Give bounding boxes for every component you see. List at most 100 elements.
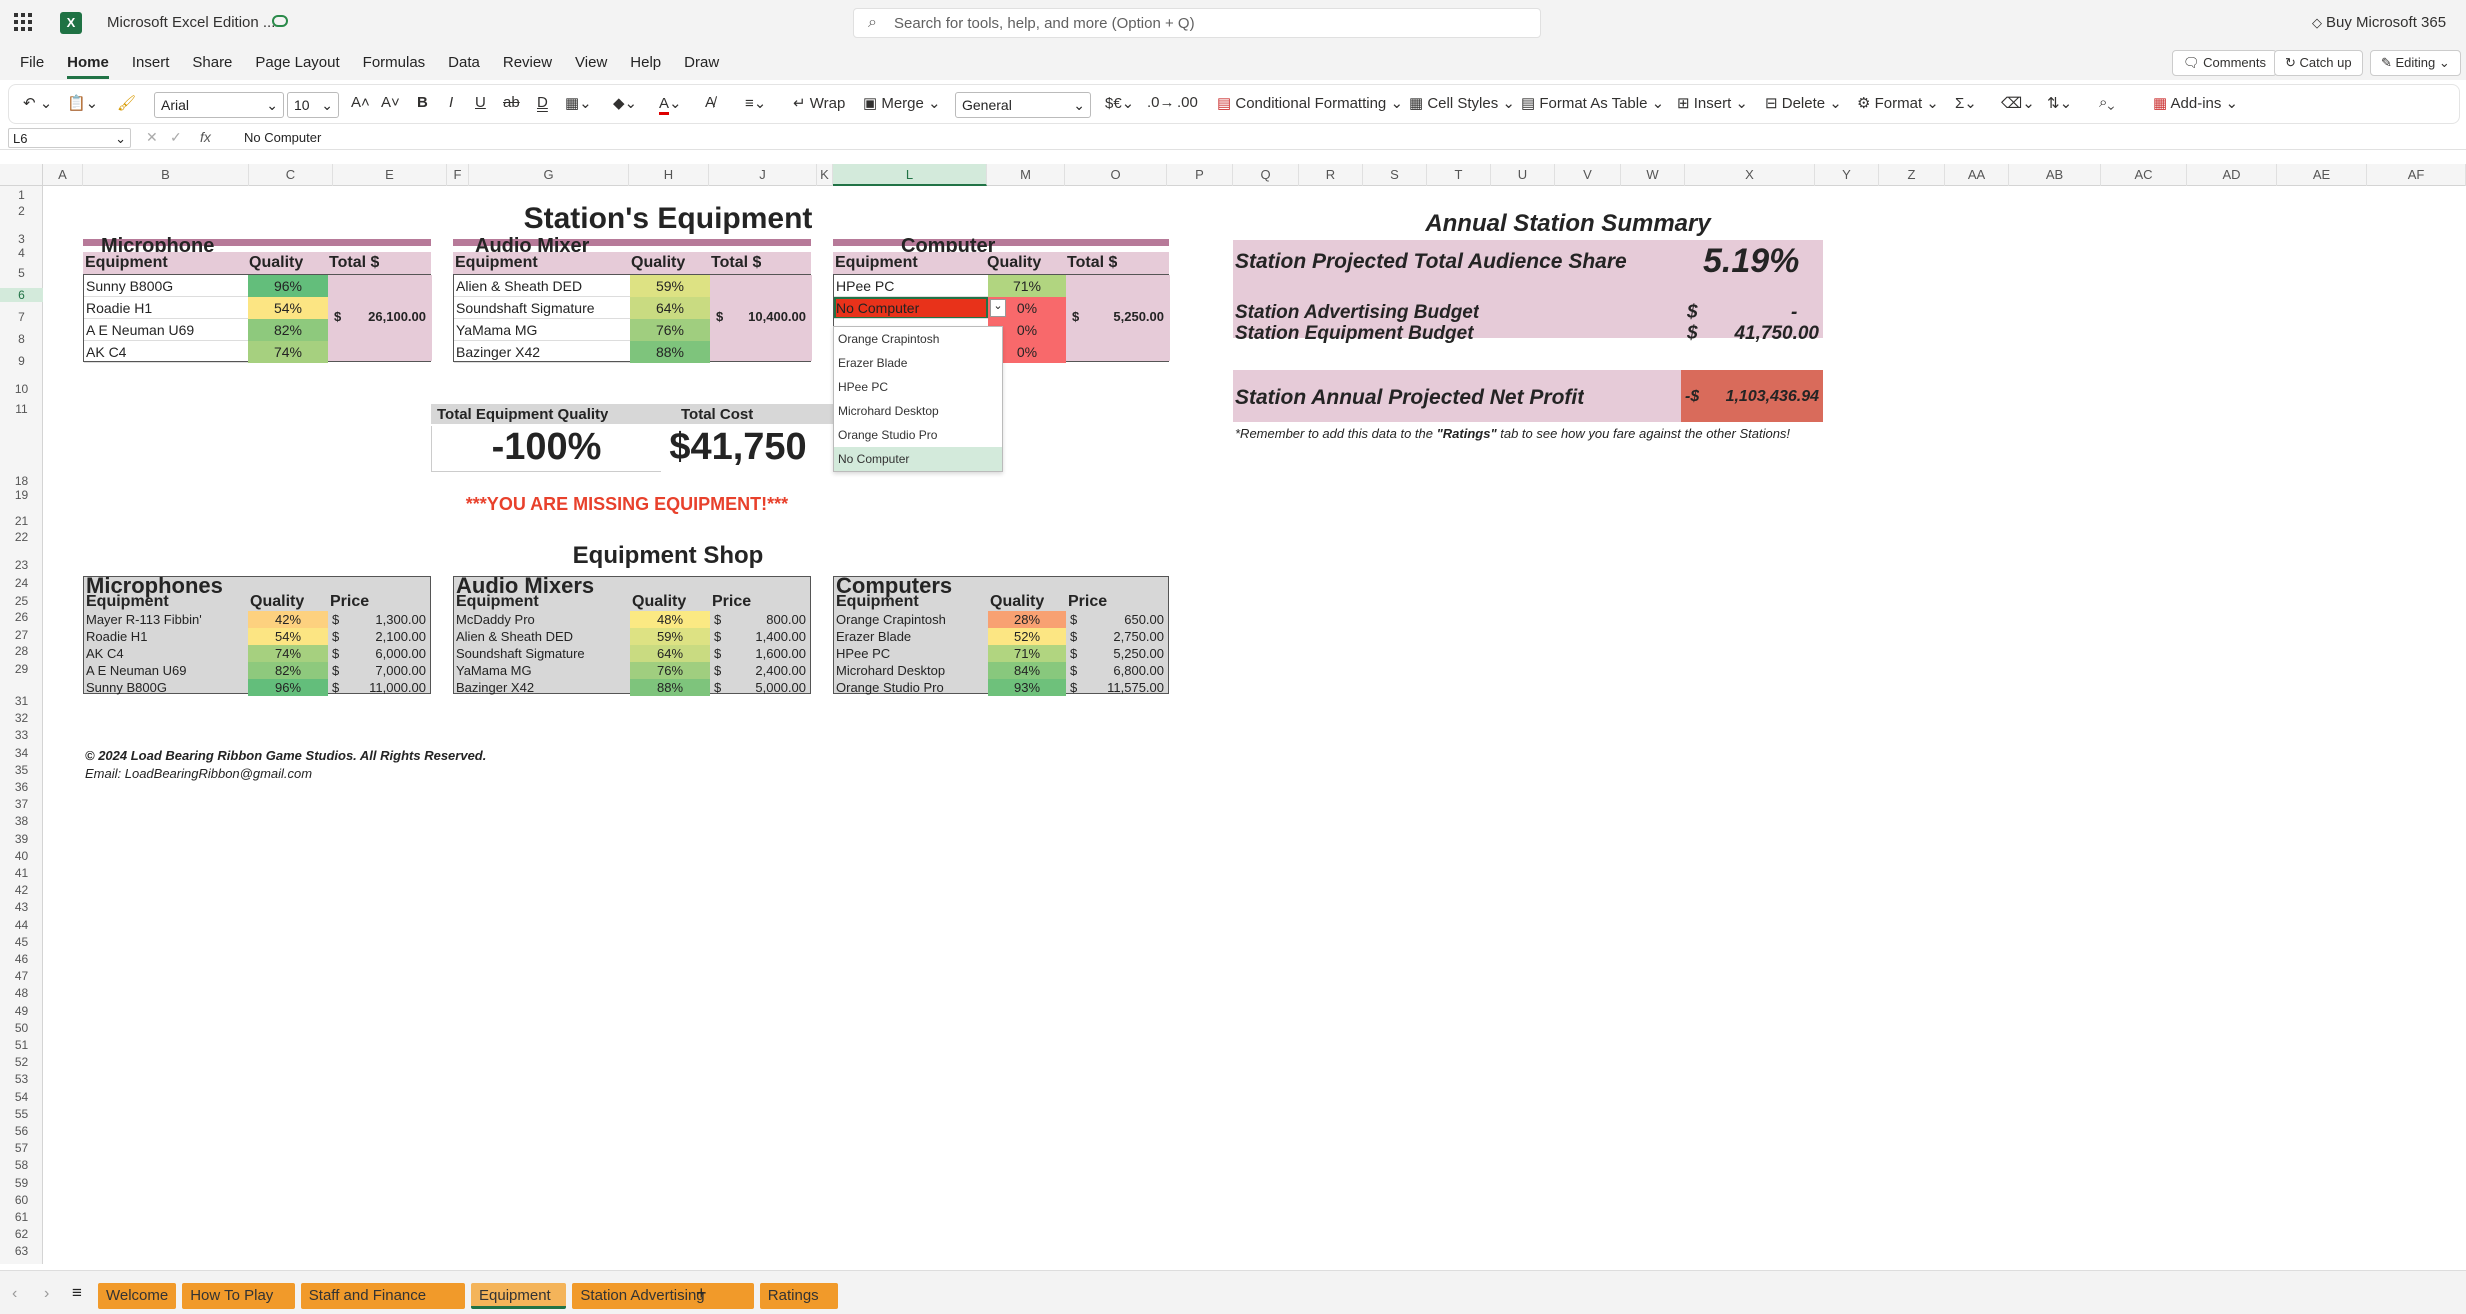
row-header-44[interactable]: 44	[0, 918, 43, 932]
equipment-name[interactable]: No Computer	[834, 297, 988, 319]
row-header-8[interactable]: 8	[0, 332, 43, 346]
row-header-45[interactable]: 45	[0, 935, 43, 949]
select-all-corner[interactable]	[0, 164, 43, 186]
row-header-54[interactable]: 54	[0, 1090, 43, 1104]
equipment-name[interactable]: Roadie H1	[84, 297, 248, 319]
row-header-32[interactable]: 32	[0, 711, 43, 725]
row-header-3[interactable]: 3	[0, 232, 43, 246]
formula-content[interactable]: No Computer	[244, 130, 321, 145]
dropdown-option[interactable]: HPee PC	[834, 375, 1002, 399]
equipment-name[interactable]: Alien & Sheath DED	[454, 275, 630, 297]
dropdown-option[interactable]: No Computer	[834, 447, 1002, 471]
row-header-52[interactable]: 52	[0, 1055, 43, 1069]
row-header-39[interactable]: 39	[0, 832, 43, 846]
menu-tab-help[interactable]: Help	[630, 54, 661, 79]
menu-tab-draw[interactable]: Draw	[684, 54, 719, 79]
column-header-B[interactable]: B	[83, 164, 249, 186]
decrease-decimal-icon[interactable]: .00	[1177, 94, 1198, 111]
add-sheet-icon[interactable]: +	[696, 1283, 707, 1304]
row-header-41[interactable]: 41	[0, 866, 43, 880]
row-header-62[interactable]: 62	[0, 1227, 43, 1241]
menu-tab-review[interactable]: Review	[503, 54, 552, 79]
app-launcher-icon[interactable]	[14, 13, 32, 31]
menu-tab-share[interactable]: Share	[192, 54, 232, 79]
clear-formatting-icon[interactable]: A̸	[705, 94, 715, 111]
sheet-tab-how-to-play[interactable]: How To Play	[182, 1283, 295, 1309]
double-underline-icon[interactable]: D	[537, 94, 548, 111]
column-header-AB[interactable]: AB	[2009, 164, 2101, 186]
column-header-U[interactable]: U	[1491, 164, 1555, 186]
search-box[interactable]: ⌕ Search for tools, help, and more (Opti…	[853, 8, 1541, 38]
column-header-AD[interactable]: AD	[2187, 164, 2277, 186]
row-header-58[interactable]: 58	[0, 1158, 43, 1172]
row-header-59[interactable]: 59	[0, 1176, 43, 1190]
format-as-table-button[interactable]: ▤ Format As Table ⌄	[1521, 94, 1664, 112]
dropdown-option[interactable]: Erazer Blade	[834, 351, 1002, 375]
column-header-V[interactable]: V	[1555, 164, 1621, 186]
row-header-19[interactable]: 19	[0, 488, 43, 502]
column-header-Y[interactable]: Y	[1815, 164, 1879, 186]
equipment-name[interactable]: AK C4	[84, 341, 248, 363]
sort-filter-icon[interactable]: ⇅⌄	[2047, 94, 2072, 112]
editing-mode-button[interactable]: ✎ Editing ⌄	[2370, 50, 2461, 76]
sheet-tab-station-advertising[interactable]: Station Advertising	[572, 1283, 754, 1309]
row-header-31[interactable]: 31	[0, 694, 43, 708]
cell-styles-button[interactable]: ▦ Cell Styles ⌄	[1409, 94, 1515, 112]
next-sheet-icon[interactable]: ›	[44, 1285, 49, 1303]
buy-microsoft-365-link[interactable]: ◇ Buy Microsoft 365	[2312, 14, 2446, 31]
comments-button[interactable]: 🗨 Comments	[2172, 50, 2277, 76]
column-header-E[interactable]: E	[333, 164, 447, 186]
equipment-name[interactable]: A E Neuman U69	[84, 319, 248, 341]
row-header-60[interactable]: 60	[0, 1193, 43, 1207]
row-header-40[interactable]: 40	[0, 849, 43, 863]
menu-tab-insert[interactable]: Insert	[132, 54, 170, 79]
row-header-51[interactable]: 51	[0, 1038, 43, 1052]
menu-tab-file[interactable]: File	[20, 54, 44, 79]
increase-decimal-icon[interactable]: .0→	[1147, 94, 1175, 111]
dropdown-option[interactable]: Orange Crapintosh	[834, 327, 1002, 351]
row-header-57[interactable]: 57	[0, 1141, 43, 1155]
font-name-select[interactable]: Arial ⌄	[154, 92, 284, 118]
column-header-AC[interactable]: AC	[2101, 164, 2187, 186]
autosum-icon[interactable]: Σ⌄	[1955, 94, 1977, 112]
conditional-formatting-button[interactable]: ▤ Conditional Formatting ⌄	[1217, 94, 1403, 112]
column-header-AA[interactable]: AA	[1945, 164, 2009, 186]
worksheet-grid[interactable]: Station's Equipment Microphone Equipment…	[43, 186, 2466, 1264]
row-header-38[interactable]: 38	[0, 814, 43, 828]
font-size-select[interactable]: 10 ⌄	[287, 92, 339, 118]
column-header-F[interactable]: F	[447, 164, 469, 186]
row-header-46[interactable]: 46	[0, 952, 43, 966]
increase-font-icon[interactable]: A˄	[351, 94, 370, 111]
sheet-tab-staff-and-finance[interactable]: Staff and Finance	[300, 1283, 465, 1309]
menu-tab-page-layout[interactable]: Page Layout	[255, 54, 339, 79]
dropdown-option[interactable]: Orange Studio Pro	[834, 423, 1002, 447]
enter-icon[interactable]: ✓	[170, 129, 182, 146]
row-header-48[interactable]: 48	[0, 986, 43, 1000]
equipment-name[interactable]: HPee PC	[834, 275, 988, 297]
borders-icon[interactable]: ▦⌄	[565, 94, 592, 112]
row-header-25[interactable]: 25	[0, 594, 43, 608]
row-header-29[interactable]: 29	[0, 662, 43, 676]
row-header-53[interactable]: 53	[0, 1072, 43, 1086]
sheet-tab-equipment[interactable]: Equipment	[471, 1283, 567, 1309]
column-header-AF[interactable]: AF	[2367, 164, 2466, 186]
dropdown-arrow-icon[interactable]: ⌄	[990, 299, 1006, 317]
column-header-X[interactable]: X	[1685, 164, 1815, 186]
computer-dropdown-list[interactable]: Orange Crapintosh Erazer Blade HPee PC Micr…	[833, 326, 1003, 472]
row-header-55[interactable]: 55	[0, 1107, 43, 1121]
font-color-icon[interactable]: A⌄	[659, 94, 682, 115]
row-header-9[interactable]: 9	[0, 354, 43, 368]
equipment-name[interactable]: YaMama MG	[454, 319, 630, 341]
name-box[interactable]: L6 ⌄	[8, 128, 131, 148]
clear-icon[interactable]: ⌫⌄	[2001, 94, 2035, 112]
row-header-21[interactable]: 21	[0, 514, 43, 528]
row-header-6[interactable]: 6	[0, 288, 43, 302]
prev-sheet-icon[interactable]: ‹	[12, 1285, 17, 1303]
insert-function-icon[interactable]: fx	[200, 129, 211, 145]
row-header-43[interactable]: 43	[0, 900, 43, 914]
wrap-button[interactable]: ↵ Wrap	[793, 94, 845, 112]
catch-up-button[interactable]: ↻ Catch up	[2274, 50, 2363, 76]
sheet-tab-welcome[interactable]: Welcome	[98, 1283, 177, 1309]
delete-cells-button[interactable]: ⊟ Delete ⌄	[1765, 94, 1842, 112]
number-format-select[interactable]: General ⌄	[955, 92, 1091, 118]
